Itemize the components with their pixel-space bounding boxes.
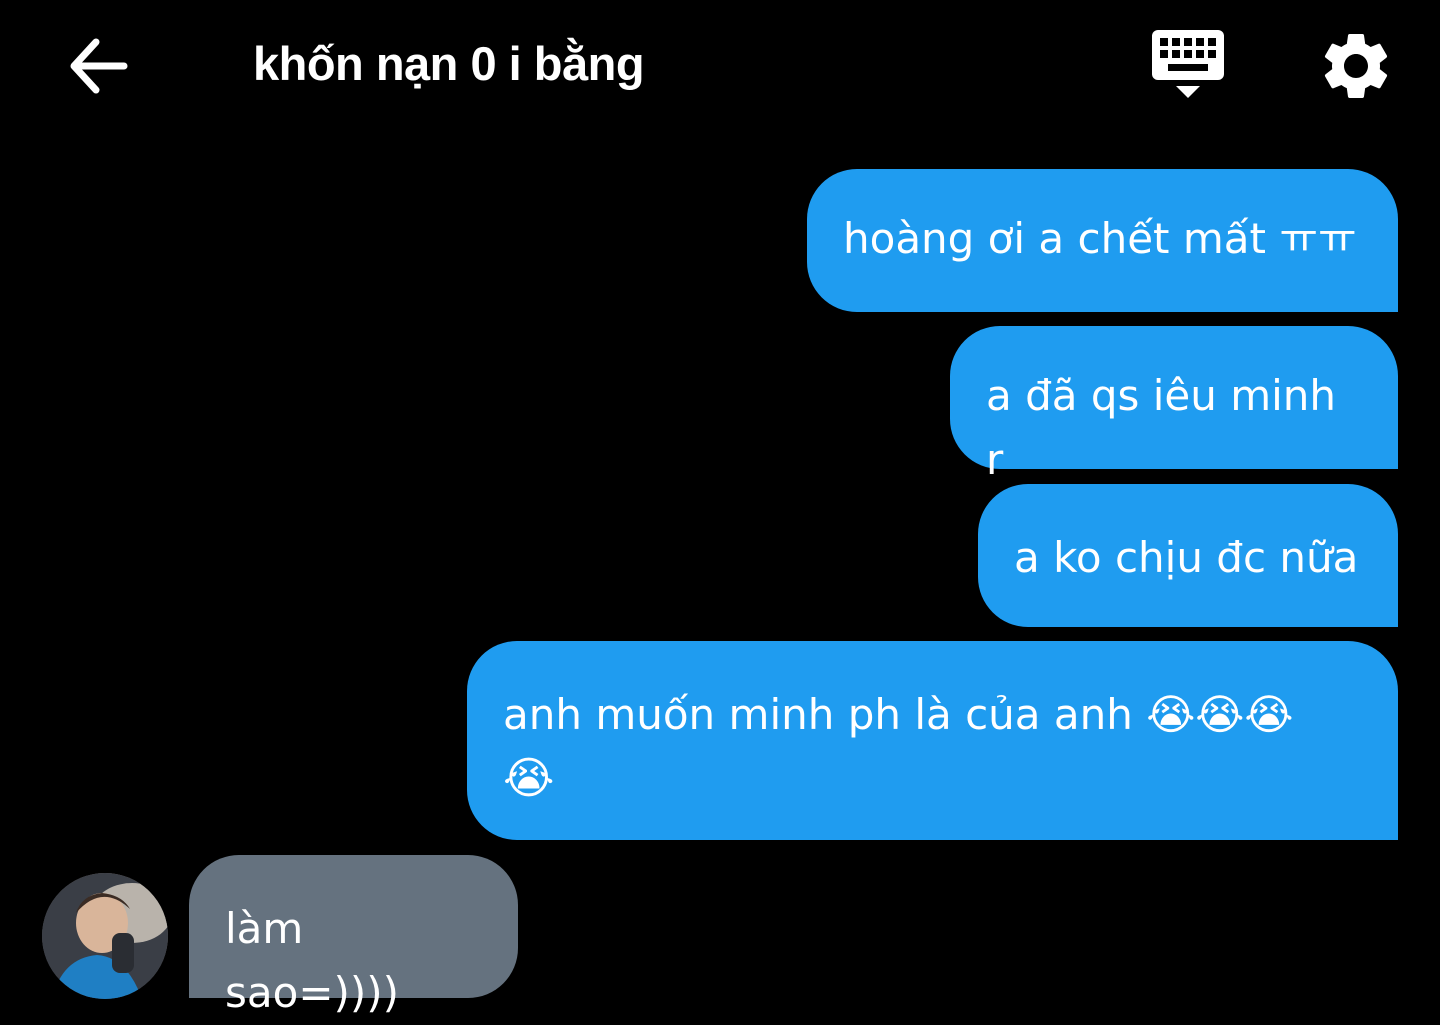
message-text: làm sao=)))) [225,904,400,1017]
message-bubble-outgoing[interactable]: a ko chịu đc nữa [978,484,1398,627]
chat-title: khốn nạn 0 i bằng [253,37,645,90]
gear-icon [1324,33,1388,98]
message-text: a ko chịu đc nữa [1014,533,1359,582]
message-bubble-outgoing[interactable]: anh muốn minh ph là của anh 😭😭😭 😭 [467,641,1398,840]
message-bubble-outgoing[interactable]: hoàng ơi a chết mất ㅠㅠ [807,169,1398,312]
arrow-left-icon [70,38,128,94]
avatar[interactable] [42,873,168,999]
settings-button[interactable] [1316,26,1396,106]
keyboard-icon [1152,30,1224,98]
message-text: a đã qs iêu minh r [986,371,1337,484]
message-text: anh muốn minh ph là của anh 😭😭😭 [503,690,1294,739]
keyboard-toggle-button[interactable] [1146,26,1230,106]
message-text-continued: 😭 [503,753,555,804]
back-button[interactable] [60,28,136,104]
avatar-photo [42,873,168,999]
chat-header: khốn nạn 0 i bằng [0,0,1440,135]
message-text: hoàng ơi a chết mất ㅠㅠ [843,214,1357,263]
message-bubble-outgoing[interactable]: a đã qs iêu minh r [950,326,1398,484]
message-bubble-incoming[interactable]: làm sao=)))) [189,855,518,1017]
